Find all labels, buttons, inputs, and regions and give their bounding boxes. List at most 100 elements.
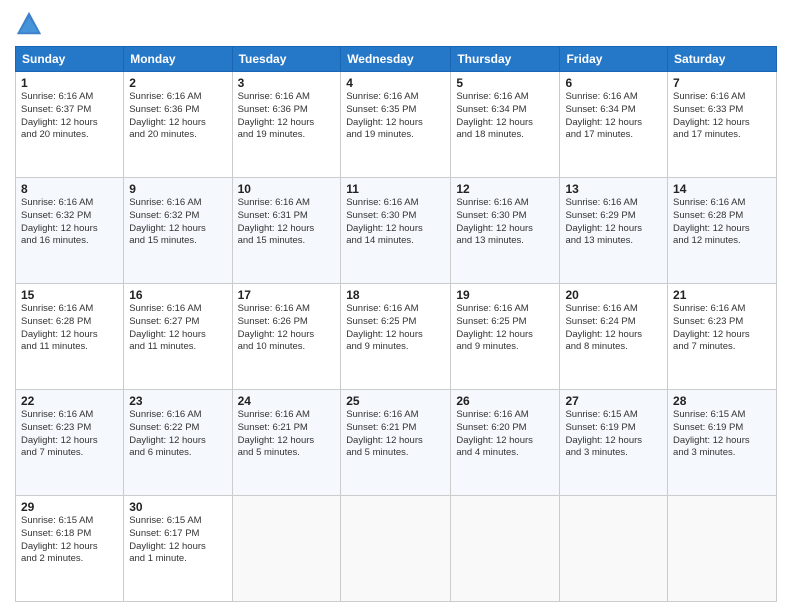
- day-info: Sunrise: 6:16 AM Sunset: 6:22 PM Dayligh…: [129, 409, 226, 460]
- calendar-header-friday: Friday: [560, 47, 668, 72]
- calendar-cell: 19Sunrise: 6:16 AM Sunset: 6:25 PM Dayli…: [451, 284, 560, 390]
- day-number: 14: [673, 182, 771, 196]
- calendar-cell: [341, 496, 451, 602]
- calendar-cell: 17Sunrise: 6:16 AM Sunset: 6:26 PM Dayli…: [232, 284, 341, 390]
- day-number: 24: [238, 394, 336, 408]
- calendar-cell: 18Sunrise: 6:16 AM Sunset: 6:25 PM Dayli…: [341, 284, 451, 390]
- day-number: 27: [565, 394, 662, 408]
- logo: [15, 10, 47, 38]
- day-number: 12: [456, 182, 554, 196]
- calendar-cell: [451, 496, 560, 602]
- calendar-cell: [232, 496, 341, 602]
- day-number: 1: [21, 76, 118, 90]
- calendar-cell: [668, 496, 777, 602]
- calendar-cell: 14Sunrise: 6:16 AM Sunset: 6:28 PM Dayli…: [668, 178, 777, 284]
- day-number: 6: [565, 76, 662, 90]
- day-info: Sunrise: 6:16 AM Sunset: 6:28 PM Dayligh…: [21, 303, 118, 354]
- calendar-week-row: 29Sunrise: 6:15 AM Sunset: 6:18 PM Dayli…: [16, 496, 777, 602]
- calendar-cell: 16Sunrise: 6:16 AM Sunset: 6:27 PM Dayli…: [124, 284, 232, 390]
- calendar-cell: 28Sunrise: 6:15 AM Sunset: 6:19 PM Dayli…: [668, 390, 777, 496]
- day-number: 5: [456, 76, 554, 90]
- calendar-week-row: 1Sunrise: 6:16 AM Sunset: 6:37 PM Daylig…: [16, 72, 777, 178]
- day-number: 21: [673, 288, 771, 302]
- calendar-cell: 13Sunrise: 6:16 AM Sunset: 6:29 PM Dayli…: [560, 178, 668, 284]
- day-info: Sunrise: 6:16 AM Sunset: 6:35 PM Dayligh…: [346, 91, 445, 142]
- day-number: 23: [129, 394, 226, 408]
- day-number: 19: [456, 288, 554, 302]
- day-info: Sunrise: 6:16 AM Sunset: 6:34 PM Dayligh…: [456, 91, 554, 142]
- calendar-cell: 7Sunrise: 6:16 AM Sunset: 6:33 PM Daylig…: [668, 72, 777, 178]
- calendar-cell: 22Sunrise: 6:16 AM Sunset: 6:23 PM Dayli…: [16, 390, 124, 496]
- day-info: Sunrise: 6:16 AM Sunset: 6:27 PM Dayligh…: [129, 303, 226, 354]
- calendar-cell: 3Sunrise: 6:16 AM Sunset: 6:36 PM Daylig…: [232, 72, 341, 178]
- day-info: Sunrise: 6:16 AM Sunset: 6:34 PM Dayligh…: [565, 91, 662, 142]
- day-number: 26: [456, 394, 554, 408]
- day-info: Sunrise: 6:16 AM Sunset: 6:20 PM Dayligh…: [456, 409, 554, 460]
- day-info: Sunrise: 6:16 AM Sunset: 6:36 PM Dayligh…: [238, 91, 336, 142]
- calendar-cell: 21Sunrise: 6:16 AM Sunset: 6:23 PM Dayli…: [668, 284, 777, 390]
- day-info: Sunrise: 6:16 AM Sunset: 6:21 PM Dayligh…: [238, 409, 336, 460]
- calendar-cell: 1Sunrise: 6:16 AM Sunset: 6:37 PM Daylig…: [16, 72, 124, 178]
- day-info: Sunrise: 6:15 AM Sunset: 6:19 PM Dayligh…: [673, 409, 771, 460]
- calendar-cell: 15Sunrise: 6:16 AM Sunset: 6:28 PM Dayli…: [16, 284, 124, 390]
- day-info: Sunrise: 6:16 AM Sunset: 6:32 PM Dayligh…: [21, 197, 118, 248]
- calendar-cell: [560, 496, 668, 602]
- day-number: 9: [129, 182, 226, 196]
- day-info: Sunrise: 6:16 AM Sunset: 6:24 PM Dayligh…: [565, 303, 662, 354]
- day-info: Sunrise: 6:15 AM Sunset: 6:17 PM Dayligh…: [129, 515, 226, 566]
- day-info: Sunrise: 6:16 AM Sunset: 6:33 PM Dayligh…: [673, 91, 771, 142]
- day-number: 11: [346, 182, 445, 196]
- day-info: Sunrise: 6:16 AM Sunset: 6:25 PM Dayligh…: [346, 303, 445, 354]
- calendar-cell: 10Sunrise: 6:16 AM Sunset: 6:31 PM Dayli…: [232, 178, 341, 284]
- calendar-header-tuesday: Tuesday: [232, 47, 341, 72]
- day-info: Sunrise: 6:16 AM Sunset: 6:28 PM Dayligh…: [673, 197, 771, 248]
- calendar-cell: 8Sunrise: 6:16 AM Sunset: 6:32 PM Daylig…: [16, 178, 124, 284]
- calendar-header-wednesday: Wednesday: [341, 47, 451, 72]
- calendar-cell: 25Sunrise: 6:16 AM Sunset: 6:21 PM Dayli…: [341, 390, 451, 496]
- day-number: 7: [673, 76, 771, 90]
- day-info: Sunrise: 6:16 AM Sunset: 6:26 PM Dayligh…: [238, 303, 336, 354]
- calendar-cell: 5Sunrise: 6:16 AM Sunset: 6:34 PM Daylig…: [451, 72, 560, 178]
- day-info: Sunrise: 6:16 AM Sunset: 6:23 PM Dayligh…: [21, 409, 118, 460]
- day-number: 15: [21, 288, 118, 302]
- calendar-cell: 11Sunrise: 6:16 AM Sunset: 6:30 PM Dayli…: [341, 178, 451, 284]
- calendar-cell: 6Sunrise: 6:16 AM Sunset: 6:34 PM Daylig…: [560, 72, 668, 178]
- calendar-cell: 26Sunrise: 6:16 AM Sunset: 6:20 PM Dayli…: [451, 390, 560, 496]
- day-number: 25: [346, 394, 445, 408]
- day-number: 3: [238, 76, 336, 90]
- day-info: Sunrise: 6:16 AM Sunset: 6:25 PM Dayligh…: [456, 303, 554, 354]
- day-info: Sunrise: 6:16 AM Sunset: 6:36 PM Dayligh…: [129, 91, 226, 142]
- calendar-cell: 23Sunrise: 6:16 AM Sunset: 6:22 PM Dayli…: [124, 390, 232, 496]
- header: [15, 10, 777, 38]
- calendar-week-row: 15Sunrise: 6:16 AM Sunset: 6:28 PM Dayli…: [16, 284, 777, 390]
- day-number: 13: [565, 182, 662, 196]
- day-number: 8: [21, 182, 118, 196]
- day-info: Sunrise: 6:16 AM Sunset: 6:30 PM Dayligh…: [346, 197, 445, 248]
- day-info: Sunrise: 6:16 AM Sunset: 6:32 PM Dayligh…: [129, 197, 226, 248]
- day-number: 4: [346, 76, 445, 90]
- day-info: Sunrise: 6:16 AM Sunset: 6:37 PM Dayligh…: [21, 91, 118, 142]
- day-number: 17: [238, 288, 336, 302]
- calendar-cell: 27Sunrise: 6:15 AM Sunset: 6:19 PM Dayli…: [560, 390, 668, 496]
- calendar-cell: 9Sunrise: 6:16 AM Sunset: 6:32 PM Daylig…: [124, 178, 232, 284]
- calendar-week-row: 8Sunrise: 6:16 AM Sunset: 6:32 PM Daylig…: [16, 178, 777, 284]
- day-info: Sunrise: 6:16 AM Sunset: 6:29 PM Dayligh…: [565, 197, 662, 248]
- page: SundayMondayTuesdayWednesdayThursdayFrid…: [0, 0, 792, 612]
- day-info: Sunrise: 6:16 AM Sunset: 6:21 PM Dayligh…: [346, 409, 445, 460]
- calendar-header-row: SundayMondayTuesdayWednesdayThursdayFrid…: [16, 47, 777, 72]
- day-info: Sunrise: 6:16 AM Sunset: 6:31 PM Dayligh…: [238, 197, 336, 248]
- calendar-table: SundayMondayTuesdayWednesdayThursdayFrid…: [15, 46, 777, 602]
- day-number: 30: [129, 500, 226, 514]
- day-info: Sunrise: 6:15 AM Sunset: 6:19 PM Dayligh…: [565, 409, 662, 460]
- day-number: 10: [238, 182, 336, 196]
- calendar-week-row: 22Sunrise: 6:16 AM Sunset: 6:23 PM Dayli…: [16, 390, 777, 496]
- calendar-cell: 12Sunrise: 6:16 AM Sunset: 6:30 PM Dayli…: [451, 178, 560, 284]
- calendar-header-thursday: Thursday: [451, 47, 560, 72]
- day-number: 18: [346, 288, 445, 302]
- calendar-header-sunday: Sunday: [16, 47, 124, 72]
- calendar-cell: 29Sunrise: 6:15 AM Sunset: 6:18 PM Dayli…: [16, 496, 124, 602]
- day-number: 29: [21, 500, 118, 514]
- calendar-header-saturday: Saturday: [668, 47, 777, 72]
- day-info: Sunrise: 6:16 AM Sunset: 6:23 PM Dayligh…: [673, 303, 771, 354]
- calendar-cell: 20Sunrise: 6:16 AM Sunset: 6:24 PM Dayli…: [560, 284, 668, 390]
